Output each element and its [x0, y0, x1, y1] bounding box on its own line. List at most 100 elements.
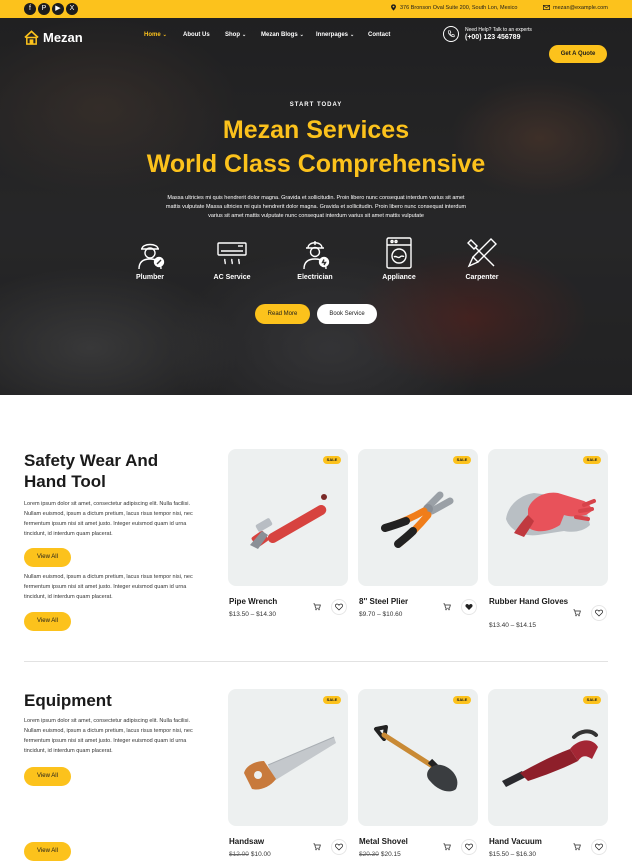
- product-card-handsaw[interactable]: SALE: [228, 689, 348, 826]
- product-name[interactable]: Hand Vacuum: [489, 836, 569, 847]
- heart-icon: [465, 843, 473, 851]
- section-title-safety: Safety Wear And Hand Tool: [24, 451, 159, 491]
- wishlist-button[interactable]: [591, 605, 607, 621]
- view-all-button[interactable]: View All: [24, 548, 71, 567]
- read-more-button[interactable]: Read More: [255, 304, 310, 324]
- service-appliance[interactable]: Appliance: [369, 236, 429, 281]
- product-price: $20.30 $20.15: [359, 851, 401, 858]
- nav-mezan-blogs[interactable]: Mezan Blogs ⌄: [261, 32, 304, 38]
- handsaw-image: [244, 736, 336, 790]
- section-description-equipment: Lorem ipsum dolor sit amet, consectetur …: [24, 718, 193, 754]
- email-info[interactable]: mezan@example.com: [543, 4, 608, 11]
- help-label: Need Help? Talk to an experts: [465, 27, 532, 33]
- add-to-cart-button[interactable]: [309, 839, 325, 855]
- view-all-button[interactable]: View All: [24, 842, 71, 861]
- sale-badge: SALE: [453, 456, 471, 464]
- wishlist-button[interactable]: [331, 839, 347, 855]
- air-conditioner-icon: [217, 242, 247, 265]
- plier-image: [381, 491, 454, 548]
- get-a-quote-button[interactable]: Get A Quote: [549, 45, 607, 63]
- house-logo-icon: [24, 30, 39, 45]
- carpenter-tools-icon: [467, 238, 497, 268]
- chevron-down-icon: ⌄: [350, 32, 355, 38]
- product-price: $12.00 $10.00: [229, 851, 271, 858]
- add-to-cart-button[interactable]: [439, 839, 455, 855]
- nav-innerpages[interactable]: Innerpages ⌄: [316, 32, 354, 38]
- service-plumber[interactable]: Plumber: [120, 236, 180, 281]
- add-to-cart-button[interactable]: [569, 605, 585, 621]
- book-service-button[interactable]: Book Service: [317, 304, 377, 324]
- cart-icon: [313, 843, 321, 851]
- facebook-icon[interactable]: f: [24, 3, 36, 15]
- wishlist-button[interactable]: [461, 599, 477, 615]
- sale-badge: SALE: [583, 696, 601, 704]
- add-to-cart-button[interactable]: [569, 839, 585, 855]
- nav-about-us[interactable]: About Us: [183, 32, 210, 38]
- heart-icon: [335, 843, 343, 851]
- email-text[interactable]: mezan@example.com: [553, 5, 608, 11]
- product-price: $9.70 – $10.60: [359, 611, 403, 618]
- view-all-button[interactable]: View All: [24, 612, 71, 631]
- sale-badge: SALE: [323, 696, 341, 704]
- sale-badge: SALE: [323, 456, 341, 464]
- sale-badge: SALE: [453, 696, 471, 704]
- product-name[interactable]: Handsaw: [229, 836, 309, 847]
- hand-vacuum-image: [502, 729, 598, 787]
- product-card-steel-plier[interactable]: SALE: [358, 449, 478, 586]
- nav-home[interactable]: Home ⌄: [144, 32, 167, 38]
- section-description-safety: Lorem ipsum dolor sit amet, consectetur …: [24, 501, 193, 537]
- help-phone-number[interactable]: (+00) 123 456789: [465, 34, 532, 41]
- hero-kicker: START TODAY: [289, 102, 343, 108]
- product-card-rubber-gloves[interactable]: SALE: [488, 449, 608, 586]
- electrician-icon: [303, 241, 330, 270]
- heart-icon: [335, 603, 343, 611]
- wishlist-button[interactable]: [331, 599, 347, 615]
- nav-shop[interactable]: Shop ⌄: [225, 32, 246, 38]
- cart-icon: [443, 843, 451, 851]
- add-to-cart-button[interactable]: [439, 599, 455, 615]
- wishlist-button[interactable]: [591, 839, 607, 855]
- product-name[interactable]: 8'' Steel Plier: [359, 596, 439, 607]
- product-name[interactable]: Metal Shovel: [359, 836, 439, 847]
- gloves-image: [506, 492, 596, 537]
- x-twitter-icon[interactable]: X: [66, 3, 78, 15]
- chevron-down-icon: ⌄: [242, 32, 247, 38]
- youtube-icon[interactable]: ▶: [52, 3, 64, 15]
- section-divider: [24, 661, 608, 662]
- product-name[interactable]: Pipe Wrench: [229, 596, 309, 607]
- product-price: $13.50 – $14.30: [229, 611, 276, 618]
- logo[interactable]: Mezan: [24, 30, 83, 45]
- hero-title-line2: World Class Comprehensive: [146, 150, 486, 178]
- logo-text: Mezan: [43, 30, 83, 45]
- section-title-equipment: Equipment: [24, 691, 112, 710]
- pipe-wrench-image: [250, 494, 327, 549]
- view-all-button[interactable]: View All: [24, 767, 71, 786]
- section-description-overflow: Nullam euismod, ipsum a dictum pretium, …: [24, 574, 193, 600]
- plumber-icon: [138, 243, 165, 270]
- phone-icon: [443, 26, 459, 42]
- service-electrician[interactable]: Electrician: [285, 236, 345, 281]
- location-pin-icon: [391, 4, 396, 11]
- product-card-pipe-wrench[interactable]: SALE: [228, 449, 348, 586]
- address-text: 376 Bronson Oval Suite 200, South Lon, M…: [400, 4, 518, 11]
- product-card-hand-vacuum[interactable]: SALE: [488, 689, 608, 826]
- chevron-down-icon: ⌄: [162, 32, 167, 38]
- pinterest-icon[interactable]: P: [38, 3, 50, 15]
- heart-icon: [595, 609, 603, 617]
- address-info: 376 Bronson Oval Suite 200, South Lon, M…: [390, 4, 517, 11]
- service-ac[interactable]: AC Service: [202, 236, 262, 281]
- wishlist-button[interactable]: [461, 839, 477, 855]
- product-card-metal-shovel[interactable]: SALE: [358, 689, 478, 826]
- heart-icon: [595, 843, 603, 851]
- add-to-cart-button[interactable]: [309, 599, 325, 615]
- shovel-image: [374, 725, 458, 792]
- cart-icon: [443, 603, 451, 611]
- chevron-down-icon: ⌄: [299, 32, 304, 38]
- service-carpenter[interactable]: Carpenter: [452, 236, 512, 281]
- product-name[interactable]: Rubber Hand Gloves: [489, 596, 569, 607]
- help-contact[interactable]: Need Help? Talk to an experts (+00) 123 …: [443, 26, 532, 42]
- hero-section: Mezan Home ⌄ About Us Shop ⌄ Mezan Blogs ⌄ …: [0, 18, 632, 395]
- product-price: $15.50 – $16.30: [489, 851, 536, 858]
- nav-contact[interactable]: Contact: [368, 32, 390, 38]
- cart-icon: [573, 843, 581, 851]
